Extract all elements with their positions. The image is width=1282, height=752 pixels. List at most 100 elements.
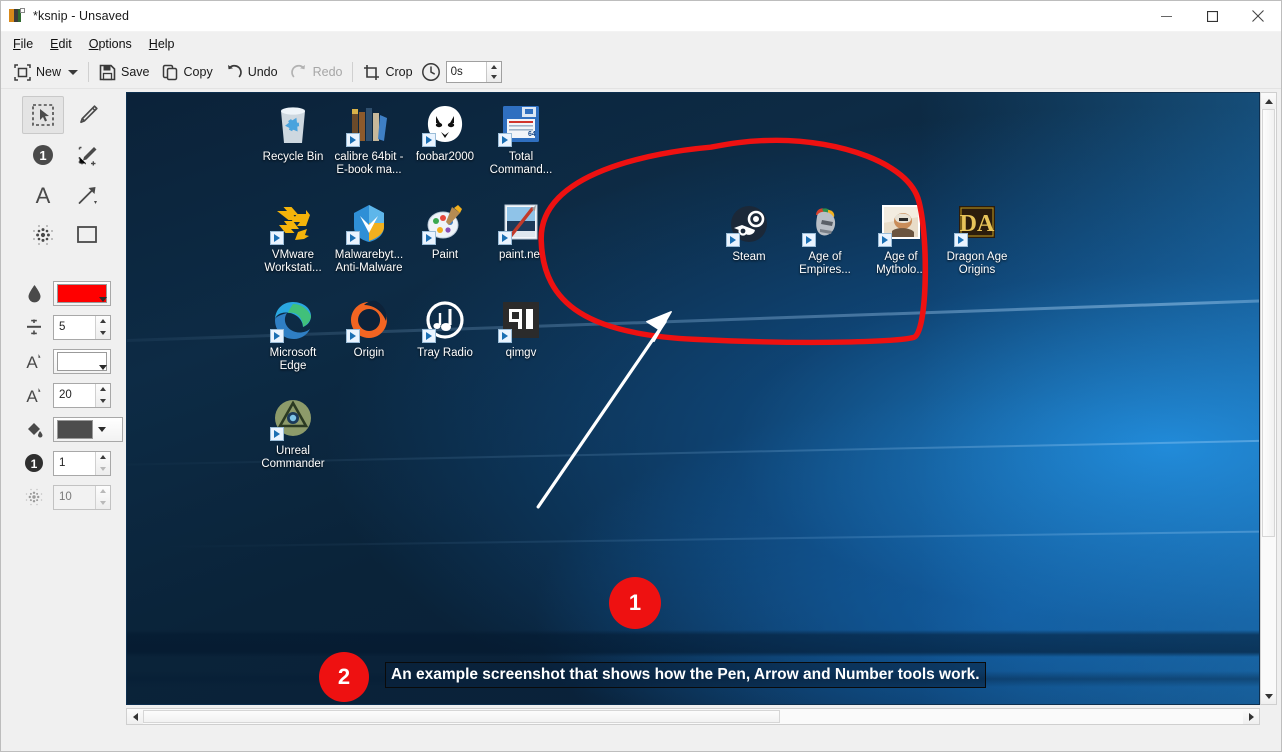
vertical-scroll-track[interactable] xyxy=(1261,109,1276,688)
horizontal-scroll-track[interactable] xyxy=(143,709,1243,724)
scroll-up-button[interactable] xyxy=(1261,93,1276,109)
titlebar: *ksnip - Unsaved xyxy=(1,1,1281,32)
tool-options: 5 A A 20 1 1 10 xyxy=(1,276,126,514)
horizontal-scroll-thumb[interactable] xyxy=(143,710,780,723)
chevron-down-icon[interactable] xyxy=(68,69,79,75)
tool-panel: 1 A 5 A A 20 1 1 10 xyxy=(1,89,126,729)
stroke-width-spinner[interactable]: 5 xyxy=(53,314,111,340)
vertical-scrollbar[interactable] xyxy=(1260,92,1277,705)
font-size-arrows[interactable] xyxy=(95,383,110,407)
menu-file-label: ile xyxy=(20,37,34,51)
crop-button[interactable]: Crop xyxy=(357,59,418,85)
blur-radius-spinner[interactable]: 10 xyxy=(53,484,111,510)
number-start-spinner[interactable]: 1 xyxy=(53,450,111,476)
scroll-right-button[interactable] xyxy=(1243,709,1259,724)
number-start-arrows[interactable] xyxy=(95,451,110,475)
desktop-icon-qimgv[interactable]: qimgv xyxy=(483,297,559,360)
vertical-scroll-thumb[interactable] xyxy=(1262,109,1275,537)
stroke-width-down[interactable] xyxy=(96,327,110,339)
desktop-icon-steam[interactable]: Steam xyxy=(711,201,787,264)
tool-pen[interactable] xyxy=(66,96,108,134)
number-badge-2[interactable]: 2 xyxy=(319,652,369,702)
desktop-icon-age-of-empires[interactable]: Age of Empires... xyxy=(787,201,863,277)
delay-spinner[interactable] xyxy=(445,61,502,83)
screenshot-canvas[interactable]: Recycle Bin calibre 64bit - E-book ma... f… xyxy=(126,92,1260,705)
desktop-icon-paint[interactable]: Paint xyxy=(407,199,483,262)
stroke-width-up[interactable] xyxy=(96,316,110,328)
tool-rectangle[interactable] xyxy=(66,216,108,254)
delay-input[interactable] xyxy=(446,62,486,82)
desktop-icon-microsoft-edge[interactable]: Microsoft Edge xyxy=(255,297,331,373)
maximize-icon[interactable] xyxy=(1189,1,1235,32)
desktop-icon-foobar2000[interactable]: foobar2000 xyxy=(407,101,483,164)
desktop-icon-paint-net[interactable]: paint.net xyxy=(483,199,559,262)
undo-button[interactable]: Undo xyxy=(219,59,284,85)
svg-text:1: 1 xyxy=(39,148,46,163)
font-size-spinner[interactable]: 20 xyxy=(53,382,111,408)
desktop-icon-calibre-64bit-e-book-ma[interactable]: calibre 64bit - E-book ma... xyxy=(331,101,407,177)
desktop-icon-malwarebyt-anti-malware[interactable]: Malwarebyt... Anti-Malware xyxy=(331,199,407,275)
tool-arrow[interactable] xyxy=(66,176,108,214)
desktop-icon-vmware-workstati[interactable]: VMware Workstati... xyxy=(255,199,331,275)
chevron-down-icon[interactable] xyxy=(99,364,107,370)
number-start-icon: 1 xyxy=(24,453,44,473)
number-badge-1[interactable]: 1 xyxy=(609,577,661,629)
desktop-icon-tray-radio[interactable]: Tray Radio xyxy=(407,297,483,360)
desktop-icon-total-command[interactable]: 64 Total Command... xyxy=(483,101,559,177)
tool-blur[interactable] xyxy=(22,216,64,254)
desktop-icon-unreal-commander[interactable]: Unreal Commander xyxy=(255,395,331,471)
stroke-color-combo[interactable] xyxy=(53,280,111,306)
scroll-down-button[interactable] xyxy=(1261,688,1276,704)
qimgv-icon xyxy=(498,297,544,343)
menu-file[interactable]: File xyxy=(10,35,42,53)
wallpaper-glow xyxy=(919,93,1259,704)
blur-radius-icon xyxy=(24,487,44,507)
tool-marker[interactable] xyxy=(66,136,108,174)
scroll-left-button[interactable] xyxy=(127,709,143,724)
menu-options[interactable]: Options xyxy=(86,35,141,53)
chevron-down-icon[interactable] xyxy=(98,426,106,432)
rectangle-icon xyxy=(77,226,97,243)
close-icon[interactable] xyxy=(1235,1,1281,32)
menu-edit-label: dit xyxy=(58,37,72,51)
desktop-icon-label: Age of Mytholo... xyxy=(876,251,926,276)
save-button[interactable]: Save xyxy=(93,59,156,85)
fill-color-combo[interactable] xyxy=(53,416,123,442)
desktop-icon-origin[interactable]: Origin xyxy=(331,297,407,360)
copy-button[interactable]: Copy xyxy=(156,59,219,85)
age-of-mythology-icon xyxy=(878,201,924,247)
new-button[interactable]: New xyxy=(8,59,84,85)
annotation-textbox[interactable]: An example screenshot that shows how the… xyxy=(385,662,986,688)
delay-arrows[interactable] xyxy=(485,62,501,82)
font-size-up[interactable] xyxy=(96,384,110,396)
desktop-icon-dragon-age-origins[interactable]: DA Dragon Age Origins xyxy=(939,201,1015,277)
blur-radius-down[interactable] xyxy=(96,497,110,509)
toolbar-separator-2 xyxy=(352,62,354,82)
vmware-icon xyxy=(270,199,316,245)
tool-text[interactable]: A xyxy=(22,176,64,214)
desktop-icon-label: Total Command... xyxy=(489,151,553,176)
desktop-icon-label: Microsoft Edge xyxy=(269,347,317,372)
menu-edit[interactable]: Edit xyxy=(47,35,81,53)
desktop-icon-recycle-bin[interactable]: Recycle Bin xyxy=(255,101,331,164)
minimize-icon[interactable] xyxy=(1143,1,1189,32)
tool-number[interactable]: 1 xyxy=(22,136,64,174)
menu-help[interactable]: Help xyxy=(146,35,184,53)
shortcut-arrow-icon xyxy=(270,231,284,245)
fill-icon xyxy=(24,420,44,439)
font-size-down[interactable] xyxy=(96,395,110,407)
blur-radius-up[interactable] xyxy=(96,486,110,498)
blur-radius-arrows[interactable] xyxy=(95,485,110,509)
delay-up[interactable] xyxy=(487,62,501,72)
delay-down[interactable] xyxy=(487,72,501,82)
stroke-width-arrows[interactable] xyxy=(95,315,110,339)
wallpaper-band xyxy=(127,630,1259,657)
number-start-down[interactable] xyxy=(96,463,110,475)
redo-button[interactable]: Redo xyxy=(284,59,349,85)
desktop-icon-age-of-mytholo[interactable]: Age of Mytholo... xyxy=(863,201,939,277)
number-start-up[interactable] xyxy=(96,452,110,464)
tool-select[interactable] xyxy=(22,96,64,134)
chevron-down-icon[interactable] xyxy=(99,296,107,302)
horizontal-scrollbar[interactable] xyxy=(126,708,1260,725)
text-color-combo[interactable] xyxy=(53,348,111,374)
